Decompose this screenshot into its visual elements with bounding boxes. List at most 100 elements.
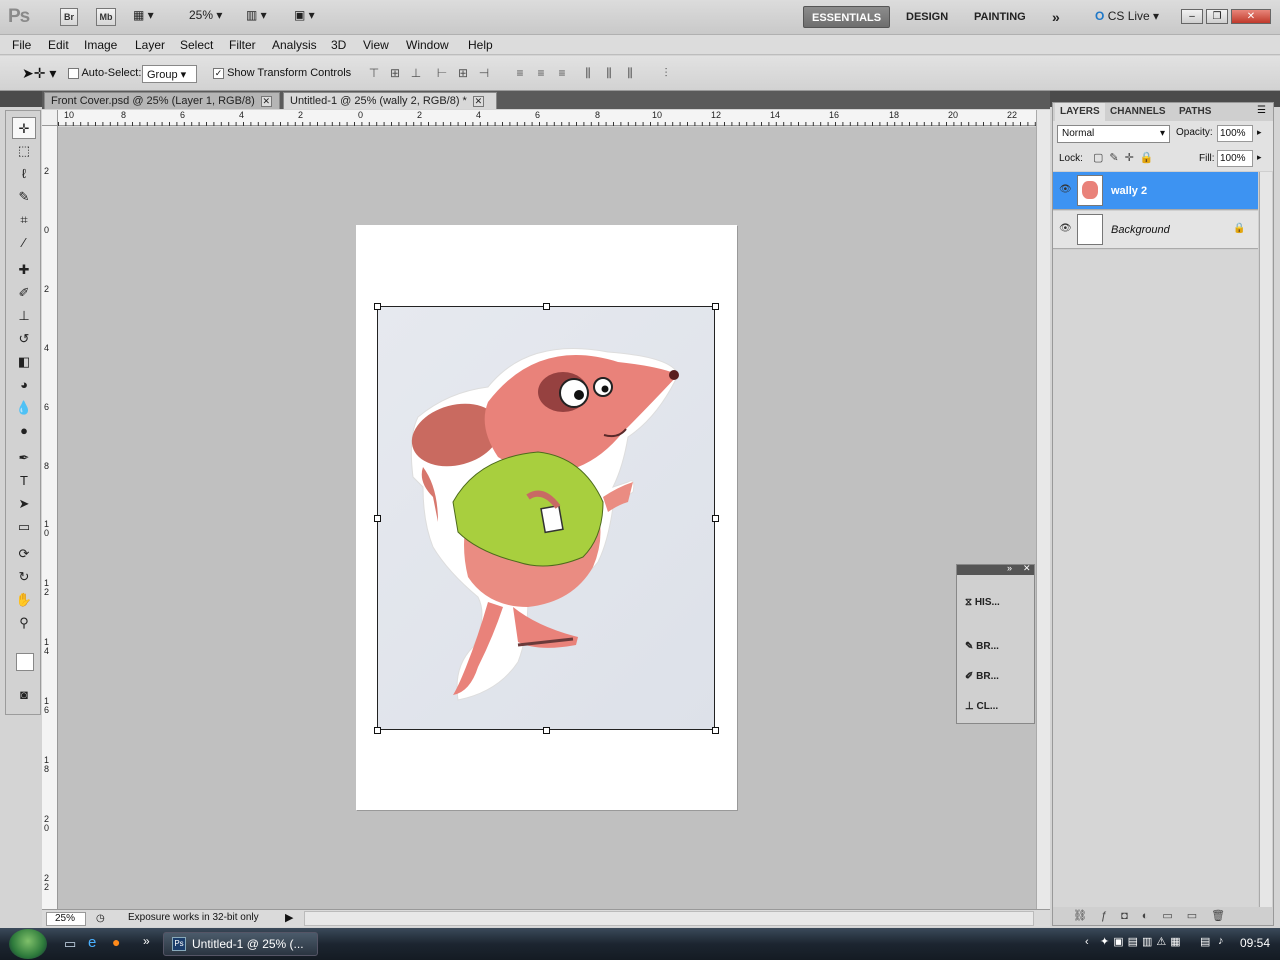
tab-untitled-1[interactable]: Untitled-1 @ 25% (wally 2, RGB/8) * ✕ [283,92,497,109]
clock[interactable]: 09:54 [1240,936,1270,950]
more-workspaces-icon[interactable]: » [1044,6,1068,28]
menu-file[interactable]: File [12,38,31,52]
brush-tool-icon[interactable]: ✐ [12,282,36,304]
path-selection-tool-icon[interactable]: ➤ [12,493,36,515]
3d-rotate-tool-icon[interactable]: ⟳ [12,543,36,565]
firefox-icon[interactable]: ● [112,934,120,950]
arrange-dropdown[interactable]: ▥ ▾ [246,8,267,22]
menu-layer[interactable]: Layer [135,38,165,52]
transform-handle-left[interactable] [374,515,381,522]
expand-icon[interactable]: » [1007,563,1012,573]
distribute-hcenter-icon[interactable]: ⫼ [601,66,617,80]
layer-row-background[interactable]: 👁 Background 🔒 [1053,211,1258,249]
blend-mode-dropdown[interactable]: Normal ▾ [1057,125,1170,143]
hand-tool-icon[interactable]: ✋ [12,589,36,611]
opacity-arrow-icon[interactable]: ▸ [1257,127,1262,138]
fill-arrow-icon[interactable]: ▸ [1257,152,1262,163]
tab-paths[interactable]: PATHS [1174,103,1216,121]
brush-panel-button[interactable]: ✐ BR... [965,671,999,682]
align-bottom-icon[interactable]: ⊥ [408,66,424,80]
ruler-origin[interactable] [42,110,58,126]
restore-button[interactable]: ❐ [1206,9,1228,24]
menu-edit[interactable]: Edit [48,38,69,52]
vertical-ruler[interactable]: 2 0 2 4 6 8 1 0 1 2 1 4 1 6 1 8 2 0 2 2 [42,126,58,909]
eyedropper-tool-icon[interactable]: ⁄ [12,232,36,254]
transform-handle-bottom[interactable] [543,727,550,734]
workspace-design[interactable]: DESIGN [898,6,956,28]
auto-align-icon[interactable]: ⫶ [658,66,674,80]
menu-help[interactable]: Help [468,38,493,52]
distribute-right-icon[interactable]: ⫼ [622,66,638,80]
align-vcenter-icon[interactable]: ⊞ [387,66,403,80]
zoom-field[interactable]: 25% [46,912,86,926]
menu-filter[interactable]: Filter [229,38,256,52]
transform-handle-bottom-right[interactable] [712,727,719,734]
distribute-left-icon[interactable]: ⫼ [580,66,596,80]
minimize-button[interactable]: – [1181,9,1203,24]
close-tab-icon[interactable]: ✕ [260,96,272,107]
extras-dropdown[interactable]: ▦ ▾ [133,8,154,22]
align-hcenter-icon[interactable]: ⊞ [455,66,471,80]
distribute-vcenter-icon[interactable]: ≡ [533,66,549,80]
dodge-tool-icon[interactable]: ● [12,420,36,442]
clone-source-panel-button[interactable]: ⊥ CL... [965,701,998,712]
menu-3d[interactable]: 3D [331,38,346,52]
quick-selection-tool-icon[interactable]: ✎ [12,186,36,208]
network-icon[interactable]: ▤ [1200,935,1210,948]
move-tool-preset-icon[interactable]: ➤✛ ▾ [22,65,56,82]
taskbar-photoshop-button[interactable]: Ps Untitled-1 @ 25% (... [163,932,318,956]
transform-handle-top-right[interactable] [712,303,719,310]
distribute-bottom-icon[interactable]: ≡ [554,66,570,80]
marquee-tool-icon[interactable]: ⬚ [12,140,36,162]
internet-explorer-icon[interactable]: e [88,934,96,951]
layer-actions-bar[interactable]: ⛓ƒ◘◐▭▭🗑 [1073,909,1239,922]
history-brush-tool-icon[interactable]: ↺ [12,328,36,350]
cs-live-button[interactable]: O CS Live ▾ [1095,9,1159,23]
tray-icons[interactable]: ✦▣▤▥⚠▦ [1100,935,1185,948]
blur-tool-icon[interactable]: 💧 [12,397,36,419]
layer-row-wally-2[interactable]: 👁 wally 2 [1053,172,1258,210]
align-right-icon[interactable]: ⊣ [476,66,492,80]
volume-icon[interactable]: ♪ [1218,935,1224,947]
horizontal-ruler[interactable]: 10 8 6 4 2 0 2 4 6 8 10 12 14 16 18 20 2… [58,110,1036,126]
shape-tool-icon[interactable]: ▭ [12,516,36,538]
visibility-eye-icon[interactable]: 👁 [1059,184,1072,195]
tray-expand-icon[interactable]: ‹ [1085,936,1089,948]
close-tab-icon[interactable]: ✕ [472,96,484,107]
transform-handle-top-left[interactable] [374,303,381,310]
lock-icons[interactable]: ▢✎✛🔒 [1093,151,1160,164]
transform-handle-right[interactable] [712,515,719,522]
paint-bucket-tool-icon[interactable]: ◕ [12,374,36,396]
panel-menu-icon[interactable]: ☰ [1257,105,1266,116]
clone-stamp-tool-icon[interactable]: ⊥ [12,305,36,327]
tab-channels[interactable]: CHANNELS [1105,103,1171,121]
zoom-dropdown[interactable]: 25% ▾ [189,8,222,22]
workspace-painting[interactable]: PAINTING [966,6,1034,28]
close-button[interactable]: ✕ [1231,9,1271,24]
brush-presets-panel-button[interactable]: ✎ BR... [965,641,999,652]
screen-mode-dropdown[interactable]: ▣ ▾ [294,8,315,22]
mini-bridge-button[interactable]: Mb [96,8,116,26]
lasso-tool-icon[interactable]: ℓ [12,163,36,185]
tab-front-cover[interactable]: Front Cover.psd @ 25% (Layer 1, RGB/8) ✕ [44,92,280,109]
align-top-icon[interactable]: ⊤ [366,66,382,80]
status-menu-arrow-icon[interactable]: ▶ [285,911,293,924]
info-icon[interactable]: ◷ [96,913,105,924]
menu-image[interactable]: Image [84,38,117,52]
transform-handle-bottom-left[interactable] [374,727,381,734]
distribute-top-icon[interactable]: ≡ [512,66,528,80]
zoom-tool-icon[interactable]: ⚲ [12,612,36,634]
pen-tool-icon[interactable]: ✒ [12,447,36,469]
crop-tool-icon[interactable]: ⌗ [12,209,36,231]
menu-window[interactable]: Window [406,38,449,52]
wally-2-layer-image[interactable] [377,306,715,730]
quicklaunch-more-icon[interactable]: » [143,934,150,948]
fill-field[interactable]: 100% [1217,150,1253,167]
quick-mask-icon[interactable]: ◙ [12,684,36,706]
opacity-field[interactable]: 100% [1217,125,1253,142]
type-tool-icon[interactable]: T [12,470,36,492]
show-transform-controls-checkbox[interactable]: ✓ Show Transform Controls [213,67,351,79]
transform-handle-top[interactable] [543,303,550,310]
eraser-tool-icon[interactable]: ◧ [12,351,36,373]
horizontal-scrollbar[interactable] [304,911,1034,926]
